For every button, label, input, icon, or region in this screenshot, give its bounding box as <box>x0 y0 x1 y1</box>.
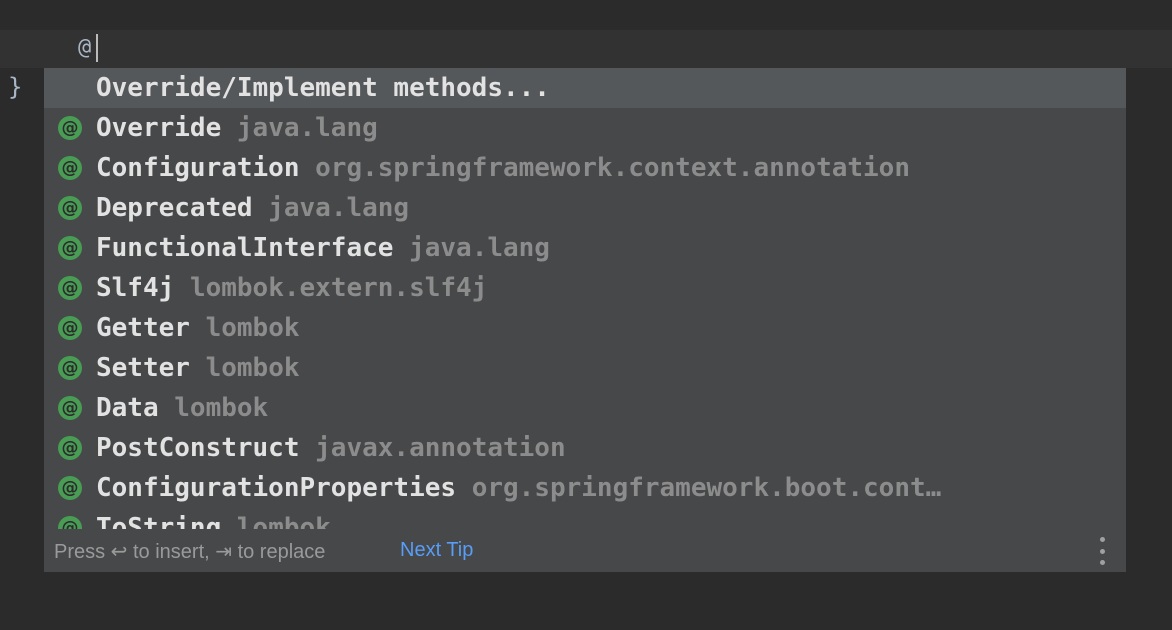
completion-item[interactable]: @ PostConstruct javax.annotation <box>44 428 1126 468</box>
annotation-icon: @ <box>58 516 82 529</box>
completion-item-name: Deprecated <box>96 193 253 223</box>
completion-item-package: lombok <box>174 393 269 423</box>
text-caret <box>96 34 98 62</box>
insert-replace-hint: Press ↩ to insert, ⇥ to replace <box>54 541 326 563</box>
annotation-icon: @ <box>58 236 82 260</box>
annotation-icon: @ <box>58 356 82 380</box>
completion-list[interactable]: Override/Implement methods... @ Override… <box>44 68 1126 529</box>
annotation-icon: @ <box>58 196 82 220</box>
completion-item-override-implement[interactable]: Override/Implement methods... <box>44 68 1126 108</box>
completion-item[interactable]: @ Override java.lang <box>44 108 1126 148</box>
completion-item-package: lombok <box>236 513 331 529</box>
completion-item[interactable]: @ ConfigurationProperties org.springfram… <box>44 468 1126 508</box>
completion-item-package: javax.annotation <box>315 433 566 463</box>
completion-item-package: java.lang <box>268 193 410 223</box>
completion-item-package: java.lang <box>236 113 378 143</box>
completion-item[interactable]: @ FunctionalInterface java.lang <box>44 228 1126 268</box>
annotation-icon: @ <box>58 276 82 300</box>
next-tip-link[interactable]: Next Tip <box>400 539 473 562</box>
current-editor-line <box>0 30 1172 68</box>
completion-item-package: java.lang <box>409 233 550 263</box>
completion-item-package: lombok <box>205 353 300 383</box>
more-vertical-icon[interactable] <box>1095 537 1109 565</box>
annotation-icon: @ <box>58 476 82 500</box>
completion-item[interactable]: @ Getter lombok <box>44 308 1126 348</box>
completion-item-package: lombok.extern.slf4j <box>189 273 488 303</box>
completion-item[interactable]: @ Slf4j lombok.extern.slf4j <box>44 268 1126 308</box>
completion-popup: Override/Implement methods... @ Override… <box>44 68 1126 572</box>
completion-item-name: Override <box>96 113 222 143</box>
completion-item[interactable]: @ Data lombok <box>44 388 1126 428</box>
annotation-icon: @ <box>58 316 82 340</box>
completion-item[interactable]: @ ToString lombok <box>44 508 1126 529</box>
completion-item-package: org.springframework.context.annotation <box>315 153 910 183</box>
completion-item-name: Slf4j <box>96 273 175 303</box>
completion-item-name: Setter <box>96 353 190 383</box>
completion-item-name: ToString <box>96 513 222 529</box>
completion-item-name: ConfigurationProperties <box>96 473 457 503</box>
completion-item[interactable]: @ Deprecated java.lang <box>44 188 1126 228</box>
completion-item-name: FunctionalInterface <box>96 233 394 263</box>
closing-brace: } <box>8 73 23 101</box>
completion-item-package: lombok <box>205 313 300 343</box>
completion-item[interactable]: @ Configuration org.springframework.cont… <box>44 148 1126 188</box>
annotation-icon: @ <box>58 156 82 180</box>
completion-item-label: Override/Implement methods... <box>96 73 550 103</box>
completion-item-name: Data <box>96 393 159 423</box>
completion-item-name: Configuration <box>96 153 300 183</box>
completion-item-package: org.springframework.boot.cont… <box>471 473 942 503</box>
annotation-icon: @ <box>58 116 82 140</box>
annotation-icon: @ <box>58 436 82 460</box>
completion-status-bar: Press ↩ to insert, ⇥ to replace Next Tip <box>44 529 1126 572</box>
completion-item-name: Getter <box>96 313 190 343</box>
typed-text[interactable]: @ <box>78 33 91 63</box>
completion-item-name: PostConstruct <box>96 433 300 463</box>
annotation-icon: @ <box>58 396 82 420</box>
completion-item[interactable]: @ Setter lombok <box>44 348 1126 388</box>
